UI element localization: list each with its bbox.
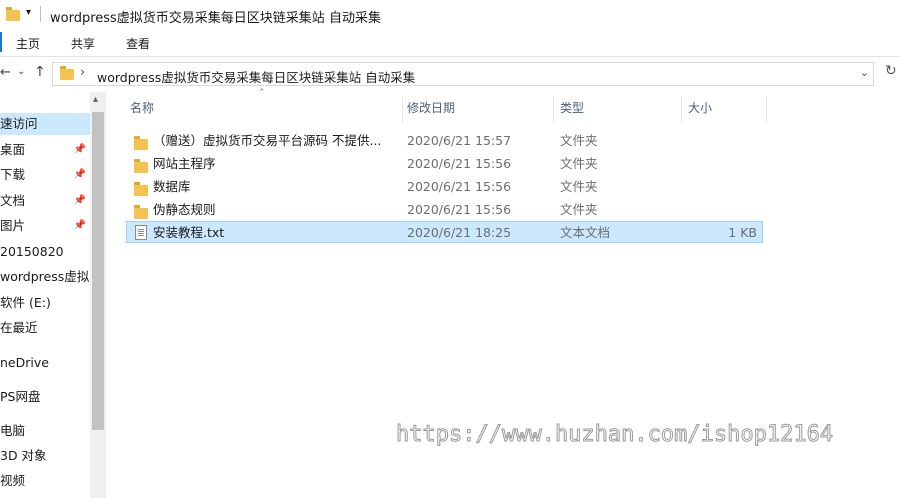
up-arrow-icon[interactable]: ↑	[34, 64, 46, 80]
nav-item-label: wordpress虚拟	[0, 269, 90, 284]
nav-item-drive-e[interactable]: 软件 (E:)	[0, 292, 90, 314]
nav-item-label: 软件 (E:)	[0, 295, 51, 310]
file-name: 网站主程序	[153, 156, 216, 171]
address-dropdown-icon[interactable]: ⌄	[860, 66, 869, 79]
file-name: 数据库	[153, 179, 191, 194]
nav-item-wordpress[interactable]: wordpress虚拟	[0, 266, 90, 288]
column-header-size[interactable]: 大小	[688, 96, 758, 120]
file-type: 文本文档	[560, 225, 611, 240]
nav-item-documents[interactable]: 文档 📌	[0, 190, 90, 212]
nav-item-label: 在最近	[0, 320, 38, 335]
nav-item-quick-access[interactable]: 速访问	[0, 113, 90, 135]
column-divider[interactable]	[766, 96, 767, 122]
nav-item-label: 视频	[0, 473, 26, 488]
nav-item-label: 电脑	[0, 423, 26, 438]
nav-item-label: 桌面	[0, 142, 26, 157]
file-type: 文件夹	[560, 179, 598, 194]
file-row[interactable]: 数据库 2020/6/21 15:56 文件夹	[126, 176, 763, 198]
nav-item-desktop[interactable]: 桌面 📌	[0, 139, 90, 161]
column-divider[interactable]	[553, 96, 554, 122]
ribbon: 主页 共享 查看	[0, 30, 900, 57]
file-row-selected[interactable]: 安装教程.txt 2020/6/21 18:25 文本文档 1 KB	[126, 221, 763, 243]
file-type: 文件夹	[560, 133, 598, 148]
nav-item-label: 图片	[0, 218, 26, 233]
watermark-url: https://www.huzhan.com/ishop12164	[395, 422, 834, 448]
column-header-name[interactable]: 名称	[130, 96, 400, 120]
title-divider	[40, 6, 41, 22]
address-bar[interactable]: › wordpress虚拟货币交易采集每日区块链采集站 自动采集 ⌄	[52, 62, 874, 86]
nav-item-this-pc[interactable]: 电脑	[0, 420, 90, 442]
file-modified: 2020/6/21 18:25	[407, 225, 512, 240]
nav-item-recent[interactable]: 在最近	[0, 317, 90, 339]
nav-item-label: 20150820	[0, 244, 64, 259]
nav-item-label: 3D 对象	[0, 448, 47, 463]
folder-icon	[134, 159, 148, 173]
file-modified: 2020/6/21 15:57	[407, 133, 512, 148]
column-header-modified[interactable]: 修改日期	[407, 96, 547, 120]
tab-view[interactable]: 查看	[126, 35, 150, 52]
nav-item-downloads[interactable]: 下载 📌	[0, 164, 90, 186]
column-header-type[interactable]: 类型	[560, 96, 670, 120]
file-row[interactable]: 网站主程序 2020/6/21 15:56 文件夹	[126, 153, 763, 175]
file-modified: 2020/6/21 15:56	[407, 202, 512, 217]
pin-icon: 📌	[73, 195, 86, 206]
file-name: （赠送）虚拟货币交易平台源码 不提供...	[153, 133, 382, 148]
nav-item-label: PS网盘	[0, 389, 41, 404]
nav-item-pictures[interactable]: 图片 📌	[0, 215, 90, 237]
folder-icon	[134, 136, 148, 150]
nav-item-label: 下载	[0, 167, 26, 182]
nav-item-label: 速访问	[0, 116, 38, 131]
nav-scrollbar[interactable]: ▴	[90, 92, 106, 498]
window-title: wordpress虚拟货币交易采集每日区块链采集站 自动采集	[50, 11, 381, 26]
file-tab-edge[interactable]	[0, 32, 2, 52]
nav-item-videos[interactable]: 视频	[0, 470, 90, 492]
file-type: 文件夹	[560, 156, 598, 171]
folder-icon	[6, 7, 20, 21]
refresh-icon[interactable]: ↻	[885, 63, 897, 79]
nav-item-20150820[interactable]: 20150820	[0, 241, 90, 263]
nav-item-onedrive[interactable]: neDrive	[0, 352, 90, 374]
address-folder-icon	[60, 66, 74, 80]
file-row[interactable]: 伪静态规则 2020/6/21 15:56 文件夹	[126, 199, 763, 221]
address-row: ← ⌄ ↑ › wordpress虚拟货币交易采集每日区块链采集站 自动采集 ⌄…	[0, 60, 900, 88]
nav-item-label: 文档	[0, 193, 26, 208]
text-file-icon	[135, 225, 147, 240]
file-name: 伪静态规则	[153, 202, 216, 217]
file-modified: 2020/6/21 15:56	[407, 179, 512, 194]
tab-home[interactable]: 主页	[16, 35, 40, 52]
folder-icon	[134, 182, 148, 196]
breadcrumb-chevron-icon[interactable]: ›	[80, 65, 85, 80]
title-bar: ▾ wordpress虚拟货币交易采集每日区块链采集站 自动采集	[0, 0, 900, 30]
nav-item-3d-objects[interactable]: 3D 对象	[0, 445, 90, 467]
tab-share[interactable]: 共享	[71, 35, 95, 52]
address-path[interactable]: wordpress虚拟货币交易采集每日区块链采集站 自动采集	[97, 67, 415, 86]
file-modified: 2020/6/21 15:56	[407, 156, 512, 171]
scrollbar-thumb[interactable]	[92, 112, 104, 430]
pin-icon: 📌	[73, 144, 86, 155]
column-divider[interactable]	[681, 96, 682, 122]
nav-item-wps-drive[interactable]: PS网盘	[0, 386, 90, 408]
column-divider[interactable]	[402, 96, 403, 122]
quick-access-dropdown-icon[interactable]: ▾	[26, 7, 31, 18]
file-row[interactable]: （赠送）虚拟货币交易平台源码 不提供... 2020/6/21 15:57 文件…	[126, 130, 763, 152]
file-name: 安装教程.txt	[153, 225, 225, 240]
pin-icon: 📌	[73, 169, 86, 180]
file-type: 文件夹	[560, 202, 598, 217]
back-arrow-icon[interactable]: ←	[0, 65, 11, 80]
scroll-up-arrow-icon[interactable]: ▴	[93, 94, 98, 105]
file-size: 1 KB	[728, 225, 757, 240]
nav-item-label: neDrive	[0, 355, 49, 370]
folder-icon	[134, 205, 148, 219]
pin-icon: 📌	[73, 220, 86, 231]
recent-dropdown-icon[interactable]: ⌄	[17, 66, 25, 77]
